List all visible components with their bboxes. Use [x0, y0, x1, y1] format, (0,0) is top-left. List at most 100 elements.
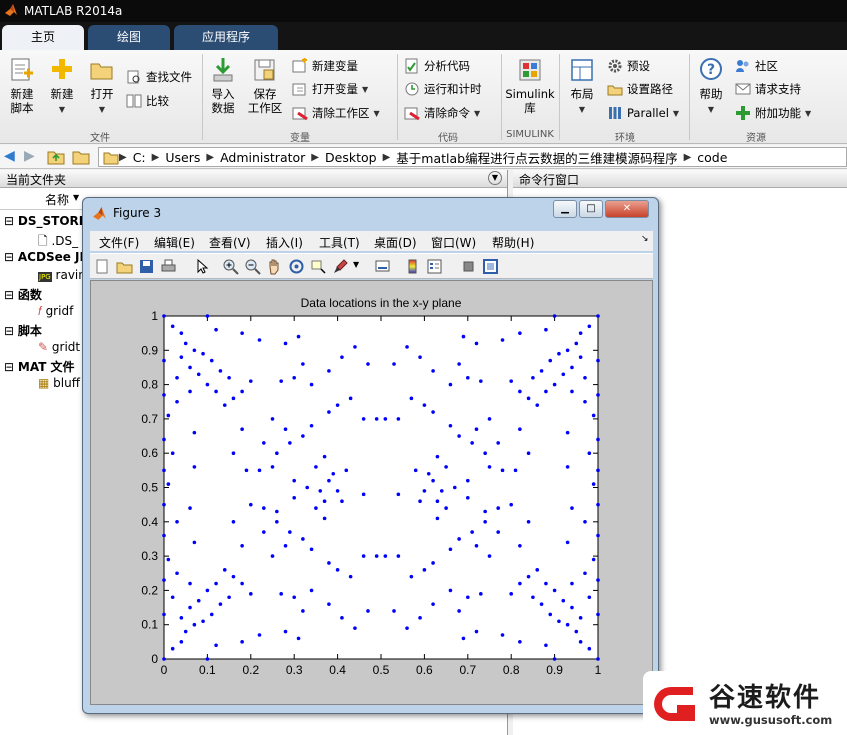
back-arrow-icon[interactable]: ◀: [4, 148, 15, 164]
chart-title: Data locations in the x-y plane: [301, 296, 462, 310]
print-icon[interactable]: [160, 258, 177, 275]
panel-menu-icon[interactable]: ▼: [488, 171, 502, 185]
menu-view[interactable]: 查看(V): [209, 234, 251, 251]
file-item[interactable]: 𝑓 gridf: [38, 304, 73, 319]
minimize-button[interactable]: ▁: [553, 200, 577, 218]
breadcrumb-drive[interactable]: C:: [127, 150, 152, 165]
data-point: [296, 636, 301, 641]
new-figure-icon[interactable]: [94, 258, 111, 275]
file-item[interactable]: ▦ bluff: [38, 376, 80, 390]
collapse-icon[interactable]: ⊟: [4, 324, 14, 338]
save-workspace-button[interactable]: 保存 工作区: [246, 56, 284, 115]
up-folder-icon[interactable]: [47, 148, 65, 165]
tab-apps[interactable]: 应用程序: [174, 25, 278, 50]
new-variable-button[interactable]: 新建变量: [292, 56, 358, 76]
forward-arrow-icon[interactable]: ▶: [24, 148, 35, 164]
parallel-button[interactable]: Parallel ▼: [607, 103, 679, 123]
breadcrumb-users[interactable]: Users: [159, 150, 206, 165]
menu-file[interactable]: 文件(F): [99, 234, 139, 251]
help-button[interactable]: ? 帮助 ▼: [695, 56, 727, 117]
data-point: [175, 571, 179, 576]
data-point: [240, 427, 244, 431]
data-point: [392, 362, 396, 366]
menu-window[interactable]: 窗口(W): [431, 234, 476, 251]
data-point: [301, 362, 305, 366]
find-files-button[interactable]: 查找文件: [126, 67, 192, 87]
run-and-time-button[interactable]: 运行和计时: [404, 79, 482, 99]
clear-commands-button[interactable]: 清除命令 ▼: [404, 103, 480, 123]
data-point: [209, 358, 214, 363]
menu-desktop[interactable]: 桌面(D): [374, 234, 417, 251]
save-icon[interactable]: [138, 258, 155, 275]
data-point: [283, 427, 288, 431]
menu-help[interactable]: 帮助(H): [492, 234, 534, 251]
set-path-button[interactable]: 设置路径: [607, 79, 673, 99]
data-point: [466, 478, 470, 483]
data-point: [331, 471, 336, 476]
data-point: [470, 530, 474, 534]
browse-folder-icon[interactable]: [72, 148, 90, 165]
layout-button[interactable]: 布局 ▼: [565, 56, 599, 117]
add-ons-button[interactable]: 附加功能 ▼: [735, 103, 811, 123]
data-point: [348, 396, 353, 401]
community-icon: [736, 60, 749, 72]
show-plot-tools-icon[interactable]: [482, 258, 499, 275]
data-point: [183, 341, 188, 346]
analyze-code-button[interactable]: 分析代码: [404, 56, 470, 76]
file-item[interactable]: ✎ gridt: [38, 340, 80, 354]
insert-colorbar-icon[interactable]: [404, 258, 421, 275]
group-ds-store[interactable]: ⊟ DS_STORE: [4, 214, 87, 228]
open-button[interactable]: 打开 ▼: [86, 56, 118, 117]
y-tick-label: 0.3: [141, 549, 158, 563]
zoom-in-icon[interactable]: [222, 258, 239, 275]
open-variable-button[interactable]: 打开变量 ▼: [292, 79, 368, 99]
preferences-button[interactable]: 预设: [607, 56, 650, 76]
data-point: [548, 358, 553, 363]
new-script-button[interactable]: 新建 脚本: [6, 56, 38, 115]
community-button[interactable]: 社区: [735, 56, 778, 76]
rotate-3d-icon[interactable]: [288, 258, 305, 275]
maximize-button[interactable]: □: [579, 200, 603, 218]
address-bar[interactable]: ▶ C: ▶ Users ▶ Administrator ▶ Desktop ▶…: [98, 147, 847, 167]
close-button[interactable]: ✕: [605, 200, 649, 218]
data-point: [570, 605, 574, 610]
collapse-icon[interactable]: ⊟: [4, 214, 14, 228]
collapse-icon[interactable]: ⊟: [4, 288, 14, 302]
edit-plot-cursor-icon[interactable]: [194, 258, 211, 275]
new-button[interactable]: 新建 ▼: [46, 56, 78, 117]
breadcrumb-administrator[interactable]: Administrator: [214, 150, 311, 165]
insert-legend-icon[interactable]: [426, 258, 443, 275]
dock-arrow-icon[interactable]: ↘: [641, 234, 649, 244]
link-plot-icon[interactable]: [374, 258, 391, 275]
name-column-header[interactable]: 名称: [45, 191, 69, 208]
group-mat-files[interactable]: ⊟ MAT 文件: [4, 358, 75, 375]
group-scripts[interactable]: ⊟ 脚本: [4, 322, 42, 339]
breadcrumb-code[interactable]: code: [691, 150, 733, 165]
brush-dropdown-icon[interactable]: ▼: [353, 260, 359, 269]
open-file-icon[interactable]: [116, 258, 133, 275]
data-point: [448, 547, 453, 552]
group-acdsee-jpg[interactable]: ⊟ ACDSee JP: [4, 250, 88, 264]
tab-plots[interactable]: 绘图: [88, 25, 170, 50]
tab-home[interactable]: 主页: [2, 25, 84, 50]
data-point: [544, 643, 548, 648]
menu-edit[interactable]: 编辑(E): [154, 234, 195, 251]
breadcrumb-desktop[interactable]: Desktop: [319, 150, 383, 165]
zoom-out-icon[interactable]: [244, 258, 261, 275]
compare-button[interactable]: 比较: [126, 91, 169, 111]
brush-icon[interactable]: [332, 258, 349, 275]
hide-plot-tools-icon[interactable]: [460, 258, 477, 275]
group-functions[interactable]: ⊟ 函数: [4, 286, 42, 303]
simulink-library-button[interactable]: Simulink 库: [505, 56, 555, 115]
import-data-button[interactable]: 导入 数据: [206, 56, 240, 115]
pan-hand-icon[interactable]: [266, 258, 283, 275]
data-cursor-icon[interactable]: [310, 258, 327, 275]
collapse-icon[interactable]: ⊟: [4, 360, 14, 374]
file-item[interactable]: JPG ravin: [38, 268, 86, 282]
menu-tools[interactable]: 工具(T): [319, 234, 360, 251]
collapse-icon[interactable]: ⊟: [4, 250, 14, 264]
menu-insert[interactable]: 插入(I): [266, 234, 303, 251]
breadcrumb-project-folder[interactable]: 基于matlab编程进行点云数据的三维建模源码程序: [390, 148, 683, 167]
clear-workspace-button[interactable]: 清除工作区 ▼: [292, 103, 380, 123]
request-support-button[interactable]: 请求支持: [735, 79, 801, 99]
